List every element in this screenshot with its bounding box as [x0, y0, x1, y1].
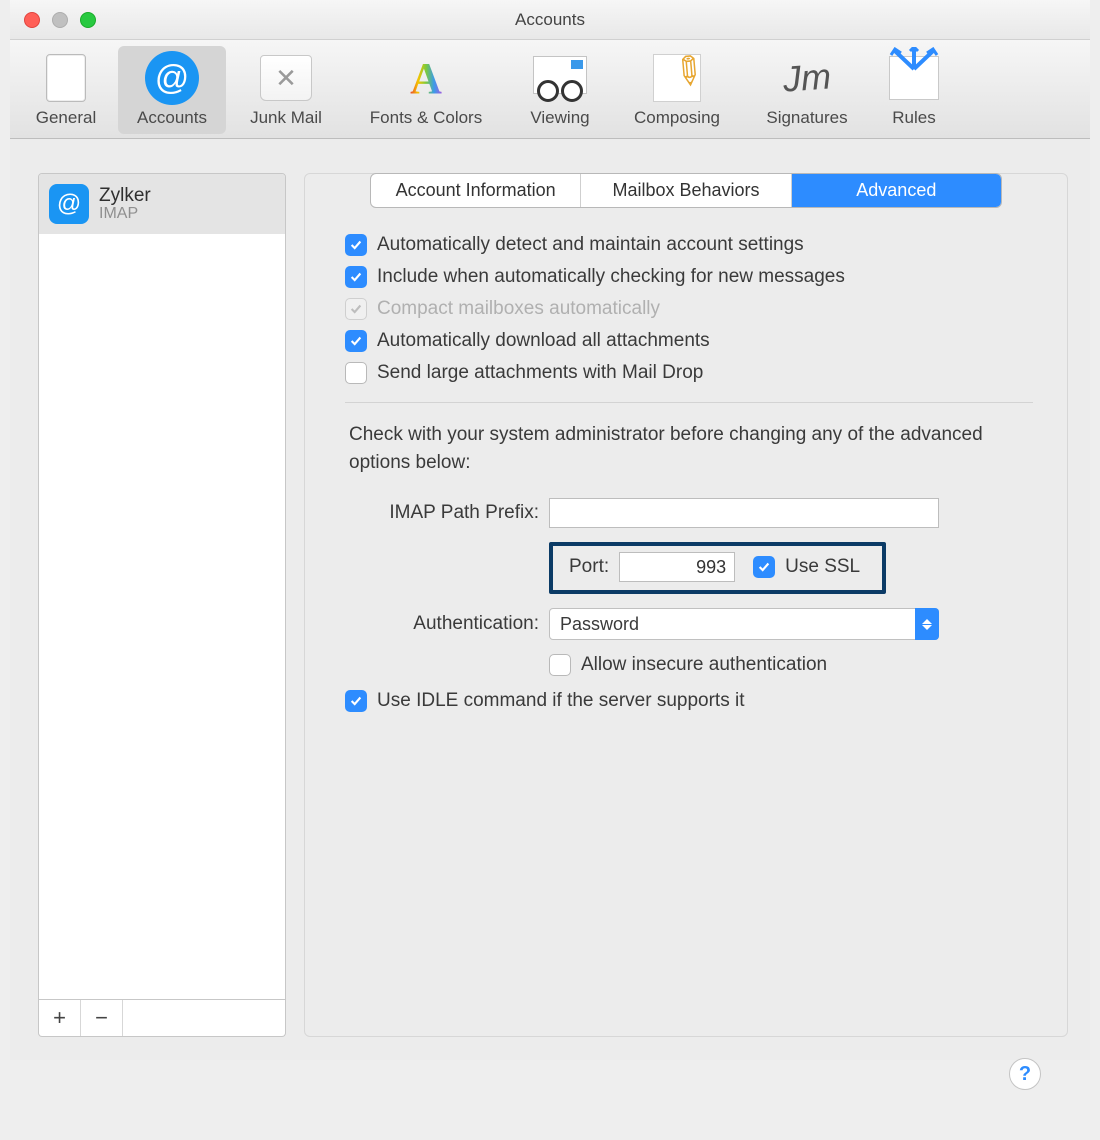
toolbar-signatures[interactable]: Jm Signatures [746, 46, 868, 134]
auto-download-checkbox[interactable] [345, 330, 367, 352]
account-list: @ Zylker IMAP [38, 173, 286, 1000]
allow-insecure-checkbox[interactable] [549, 654, 571, 676]
separator [345, 402, 1033, 403]
help-button[interactable]: ? [1009, 1058, 1041, 1090]
toolbar-rules[interactable]: Rules [874, 46, 954, 134]
toolbar-composing[interactable]: Composing [614, 46, 740, 134]
account-tabs: Account Information Mailbox Behaviors Ad… [370, 173, 1002, 208]
use-ssl-checkbox[interactable] [753, 556, 775, 578]
imap-prefix-label: IMAP Path Prefix: [345, 502, 539, 524]
pencil-icon [653, 54, 701, 102]
account-row[interactable]: @ Zylker IMAP [39, 174, 285, 234]
toolbar-label: Viewing [514, 108, 606, 128]
titlebar: Accounts [10, 0, 1090, 40]
port-input[interactable] [619, 552, 735, 582]
toolbar-label: General [22, 108, 110, 128]
toolbar-label: Composing [616, 108, 738, 128]
toolbar-label: Fonts & Colors [348, 108, 504, 128]
toolbar-label: Signatures [748, 108, 866, 128]
port-ssl-highlight: Port: Use SSL [549, 542, 886, 594]
account-name: Zylker [99, 185, 151, 207]
font-icon: A [410, 53, 442, 104]
prefs-toolbar: General @ Accounts ✕ Junk Mail A Fonts &… [10, 40, 1090, 139]
chevron-updown-icon [915, 608, 939, 640]
at-icon: @ [49, 184, 89, 224]
include-check-label: Include when automatically checking for … [377, 266, 845, 288]
trash-icon: ✕ [260, 55, 312, 101]
advanced-hint: Check with your system administrator bef… [349, 421, 1033, 476]
use-ssl-label: Use SSL [785, 556, 860, 578]
toolbar-label: Rules [876, 108, 952, 128]
content-area: @ Zylker IMAP + − Account Information Ma… [10, 139, 1090, 1049]
account-protocol: IMAP [99, 205, 151, 223]
window-title: Accounts [10, 10, 1090, 30]
account-settings-panel: Account Information Mailbox Behaviors Ad… [304, 173, 1068, 1037]
auto-download-label: Automatically download all attachments [377, 330, 710, 352]
compact-label: Compact mailboxes automatically [377, 298, 660, 320]
signature-icon: Jm [782, 55, 833, 100]
advanced-form: Automatically detect and maintain accoun… [305, 230, 1067, 712]
at-icon: @ [145, 51, 199, 105]
allow-insecure-label: Allow insecure authentication [581, 654, 827, 676]
toolbar-label: Accounts [120, 108, 224, 128]
authentication-label: Authentication: [345, 613, 539, 635]
auto-detect-label: Automatically detect and maintain accoun… [377, 234, 804, 256]
toolbar-general[interactable]: General [20, 46, 112, 134]
tab-advanced[interactable]: Advanced [792, 174, 1001, 207]
preferences-window: Accounts General @ Accounts ✕ Junk Mail … [10, 0, 1090, 1060]
remove-account-button[interactable]: − [81, 1000, 123, 1036]
toolbar-junk-mail[interactable]: ✕ Junk Mail [232, 46, 340, 134]
port-label: Port: [569, 556, 609, 578]
toolbar-accounts[interactable]: @ Accounts [118, 46, 226, 134]
compact-checkbox [345, 298, 367, 320]
toolbar-fonts-colors[interactable]: A Fonts & Colors [346, 46, 506, 134]
use-idle-label: Use IDLE command if the server supports … [377, 690, 744, 712]
authentication-select[interactable]: Password [549, 608, 939, 640]
accounts-sidebar: @ Zylker IMAP + − [38, 173, 286, 1037]
add-account-button[interactable]: + [39, 1000, 81, 1036]
rules-icon [889, 56, 939, 100]
authentication-value: Password [560, 614, 639, 635]
use-idle-checkbox[interactable] [345, 690, 367, 712]
auto-detect-checkbox[interactable] [345, 234, 367, 256]
imap-prefix-input[interactable] [549, 498, 939, 528]
toolbar-viewing[interactable]: Viewing [512, 46, 608, 134]
tab-mailbox-behaviors[interactable]: Mailbox Behaviors [581, 174, 791, 207]
mail-drop-checkbox[interactable] [345, 362, 367, 384]
toolbar-label: Junk Mail [234, 108, 338, 128]
switch-icon [46, 54, 86, 102]
sidebar-footer: + − [38, 1000, 286, 1037]
mail-drop-label: Send large attachments with Mail Drop [377, 362, 703, 384]
include-check-checkbox[interactable] [345, 266, 367, 288]
tab-account-information[interactable]: Account Information [371, 174, 581, 207]
glasses-icon [533, 54, 587, 102]
